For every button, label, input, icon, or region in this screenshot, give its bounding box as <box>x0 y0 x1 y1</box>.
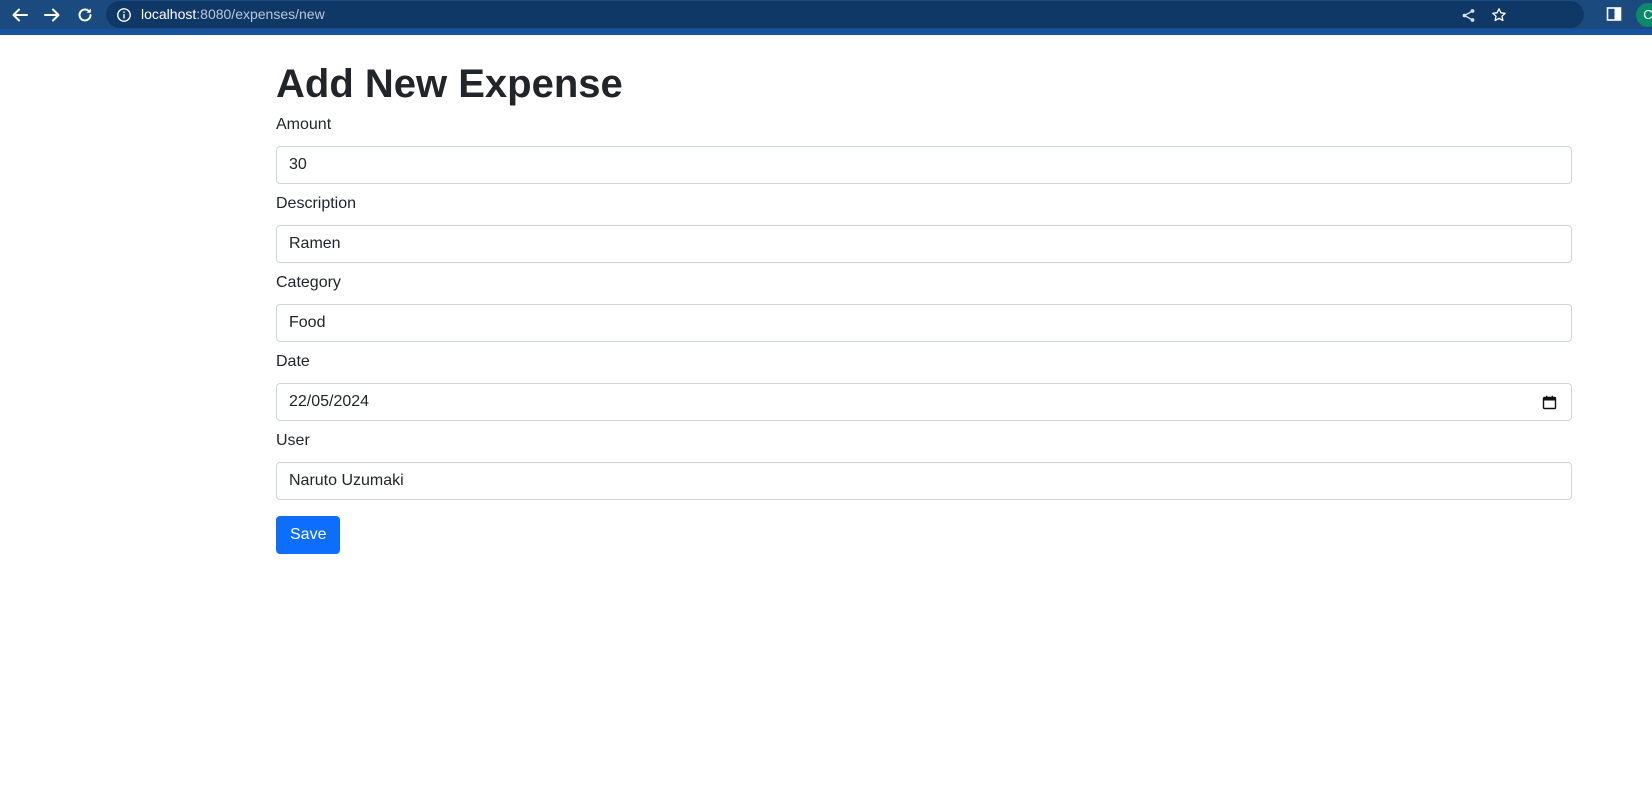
url-path: :8080/expenses/new <box>196 6 325 22</box>
reload-button[interactable] <box>73 3 97 27</box>
date-value: 22/05/2024 <box>289 393 370 410</box>
address-bar[interactable]: localhost:8080/expenses/new <box>106 1 1584 28</box>
category-group: Category Food <box>276 273 1572 342</box>
toolbar-border <box>0 29 1652 35</box>
browser-toolbar: localhost:8080/expenses/new C <box>0 0 1652 29</box>
url-host: localhost <box>141 6 197 22</box>
user-input[interactable]: Naruto Uzumaki <box>276 462 1572 500</box>
profile-avatar[interactable]: C <box>1636 3 1652 27</box>
info-icon[interactable] <box>116 7 132 23</box>
amount-label: Amount <box>276 116 332 133</box>
bookmark-button[interactable] <box>1490 6 1508 24</box>
expense-form-container: Add New Expense Amount 30 Description Ra… <box>276 36 1572 554</box>
amount-group: Amount 30 <box>276 115 1572 184</box>
arrow-right-icon <box>44 8 60 22</box>
save-button[interactable]: Save <box>276 516 341 554</box>
description-input[interactable]: Ramen <box>276 225 1572 263</box>
page-title: Add New Expense <box>276 62 623 106</box>
share-button[interactable] <box>1459 6 1477 24</box>
reload-icon <box>78 8 92 22</box>
description-group: Description Ramen <box>276 194 1572 263</box>
back-button[interactable] <box>8 3 32 27</box>
date-input[interactable]: 22/05/2024 <box>276 383 1572 421</box>
category-value: Food <box>289 314 326 331</box>
amount-value: 30 <box>289 156 307 173</box>
user-value: Naruto Uzumaki <box>289 472 404 489</box>
forward-button[interactable] <box>40 3 64 27</box>
side-panel-icon[interactable] <box>1606 6 1622 22</box>
category-label: Category <box>276 274 341 291</box>
date-group: Date 22/05/2024 <box>276 352 1572 421</box>
share-icon <box>1462 8 1474 22</box>
description-value: Ramen <box>289 235 341 252</box>
description-label: Description <box>276 195 357 212</box>
date-label: Date <box>276 353 310 370</box>
star-icon <box>1492 8 1506 22</box>
calendar-icon[interactable] <box>1542 395 1557 410</box>
user-group: User Naruto Uzumaki <box>276 431 1572 500</box>
category-input[interactable]: Food <box>276 304 1572 342</box>
user-label: User <box>276 432 310 449</box>
arrow-left-icon <box>12 8 28 22</box>
url-text: localhost:8080/expenses/new <box>141 6 325 23</box>
amount-input[interactable]: 30 <box>276 146 1572 184</box>
